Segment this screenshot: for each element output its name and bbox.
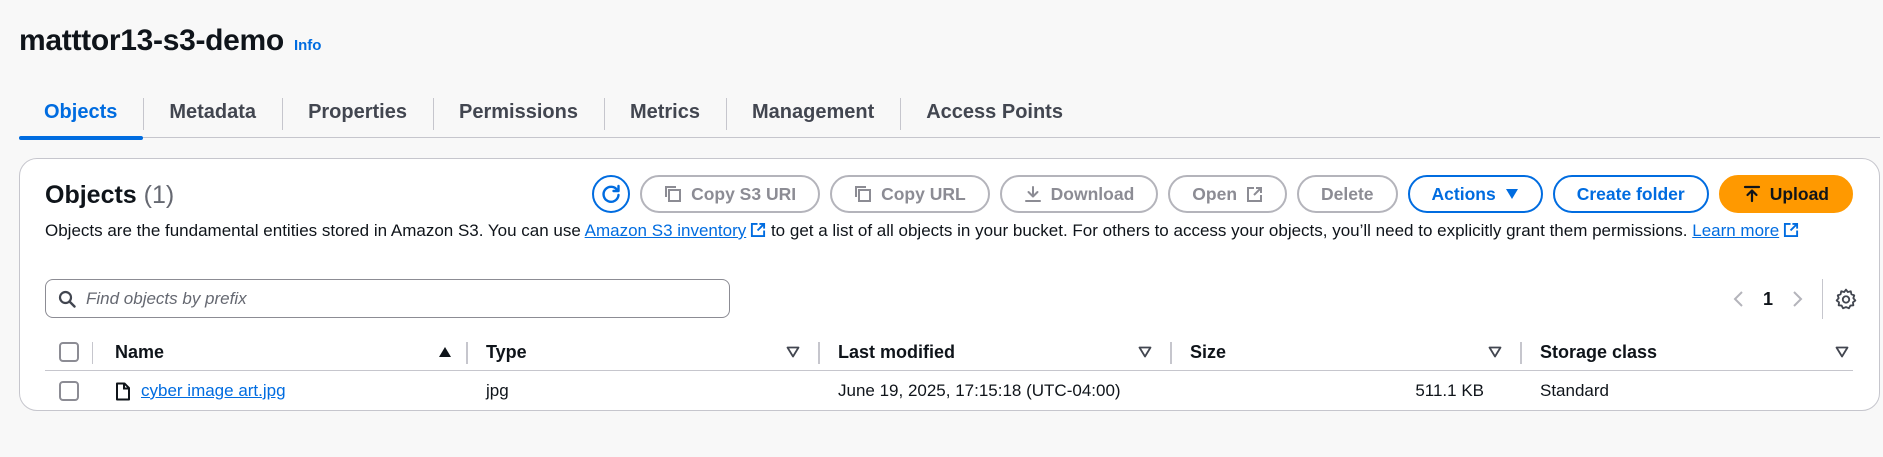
caret-down-icon <box>1505 189 1518 199</box>
size-cell: 511.1 KB <box>1172 371 1522 411</box>
tab-objects[interactable]: Objects <box>19 88 144 140</box>
bucket-title: matttor13-s3-demo <box>19 24 284 57</box>
upload-icon <box>1743 185 1760 203</box>
objects-count: (1) <box>143 181 175 209</box>
row-checkbox[interactable] <box>59 381 79 401</box>
column-header-last-modified[interactable]: Last modified <box>820 334 1172 370</box>
copy-icon <box>665 186 682 202</box>
chevron-right-icon <box>1793 291 1803 307</box>
select-all-checkbox[interactable] <box>59 342 79 362</box>
search-input[interactable] <box>86 288 706 309</box>
sort-icon <box>1488 346 1502 358</box>
table-row: cyber image art.jpg jpg June 19, 2025, 1… <box>45 371 1853 411</box>
tab-metadata[interactable]: Metadata <box>143 88 282 138</box>
row-select-cell <box>45 371 115 411</box>
sort-ascending-icon <box>439 347 451 357</box>
learn-more-label: Learn more <box>1692 221 1780 240</box>
external-link-icon <box>1247 186 1263 202</box>
download-label: Download <box>1050 183 1135 204</box>
objects-toolbar: Copy S3 URI Copy URL Download Open Delet… <box>592 175 1853 213</box>
tab-management[interactable]: Management <box>725 88 900 138</box>
file-name-cell: cyber image art.jpg <box>115 381 286 401</box>
last-modified-cell: June 19, 2025, 17:15:18 (UTC-04:00) <box>838 381 1121 400</box>
chevron-left-icon <box>1733 291 1743 307</box>
tab-properties[interactable]: Properties <box>282 88 433 138</box>
tab-metrics[interactable]: Metrics <box>603 88 726 138</box>
copy-s3-uri-button[interactable]: Copy S3 URI <box>640 175 821 213</box>
sort-icon <box>1835 346 1849 358</box>
refresh-button[interactable] <box>592 175 631 213</box>
s3-inventory-link-label: Amazon S3 inventory <box>584 221 747 240</box>
preferences-button[interactable] <box>1835 288 1857 310</box>
description-text-1: Objects are the fundamental entities sto… <box>45 221 585 240</box>
object-name-link[interactable]: cyber image art.jpg <box>141 381 286 401</box>
search-box <box>45 279 730 318</box>
copy-url-label: Copy URL <box>881 183 966 204</box>
copy-icon <box>855 186 872 202</box>
previous-page-button[interactable] <box>1720 290 1756 308</box>
pagination: 1 <box>1720 279 1857 319</box>
objects-panel: Objects (1) Copy S3 URI Copy URL Downloa… <box>19 158 1880 411</box>
header-select-cell <box>45 334 115 370</box>
type-cell: jpg <box>486 381 509 400</box>
sort-icon <box>786 346 800 358</box>
column-header-size[interactable]: Size <box>1172 334 1522 370</box>
objects-heading-label: Objects <box>45 181 137 209</box>
storage-class-cell: Standard <box>1540 381 1609 400</box>
copy-s3-uri-label: Copy S3 URI <box>691 183 797 204</box>
search-icon <box>58 290 76 308</box>
create-folder-button[interactable]: Create folder <box>1552 175 1709 213</box>
info-link[interactable]: Info <box>294 37 322 54</box>
open-button[interactable]: Open <box>1168 175 1288 213</box>
actions-label: Actions <box>1431 183 1496 204</box>
column-header-storage-class-label: Storage class <box>1540 341 1658 362</box>
column-header-size-label: Size <box>1190 341 1227 362</box>
download-button[interactable]: Download <box>999 175 1159 213</box>
actions-dropdown-button[interactable]: Actions <box>1407 175 1543 213</box>
sort-icon <box>1138 346 1152 358</box>
pager-divider <box>1822 279 1823 319</box>
external-link-icon <box>1784 222 1799 238</box>
column-header-name[interactable]: Name <box>115 334 468 370</box>
copy-url-button[interactable]: Copy URL <box>830 175 990 213</box>
name-cell: cyber image art.jpg <box>115 371 468 411</box>
column-header-name-label: Name <box>115 341 165 362</box>
column-header-last-modified-label: Last modified <box>838 341 956 362</box>
create-folder-label: Create folder <box>1576 183 1685 204</box>
column-header-storage-class[interactable]: Storage class <box>1522 334 1853 370</box>
upload-label: Upload <box>1769 183 1829 204</box>
file-icon <box>116 382 130 400</box>
bucket-tabs: Objects Metadata Properties Permissions … <box>19 88 1880 140</box>
page-number[interactable]: 1 <box>1756 289 1780 310</box>
external-link-icon <box>751 222 766 238</box>
table-header: Name Type Last modified Size Storage cla… <box>45 334 1853 371</box>
learn-more-link[interactable]: Learn more <box>1692 221 1799 240</box>
description-text-2: to get a list of all objects in your buc… <box>766 221 1693 240</box>
refresh-icon <box>602 184 620 203</box>
tab-access-points[interactable]: Access Points <box>900 88 1089 138</box>
download-icon <box>1024 186 1041 202</box>
s3-inventory-link[interactable]: Amazon S3 inventory <box>585 221 767 240</box>
column-header-type[interactable]: Type <box>468 334 820 370</box>
objects-table: Name Type Last modified Size Storage cla… <box>45 334 1853 411</box>
column-header-type-label: Type <box>486 341 527 362</box>
gear-icon <box>1835 288 1857 310</box>
size-value: 511.1 KB <box>1415 381 1484 400</box>
s3-bucket-page: matttor13-s3-demo Info Objects Metadata … <box>0 0 1883 457</box>
page-header: matttor13-s3-demo Info <box>19 24 321 58</box>
upload-button[interactable]: Upload <box>1718 175 1853 213</box>
tab-permissions[interactable]: Permissions <box>433 88 604 138</box>
objects-heading: Objects (1) <box>45 181 174 210</box>
objects-description: Objects are the fundamental entities sto… <box>45 217 1845 244</box>
delete-button[interactable]: Delete <box>1297 175 1398 213</box>
next-page-button[interactable] <box>1780 290 1816 308</box>
open-label: Open <box>1192 183 1238 204</box>
delete-label: Delete <box>1321 183 1374 204</box>
